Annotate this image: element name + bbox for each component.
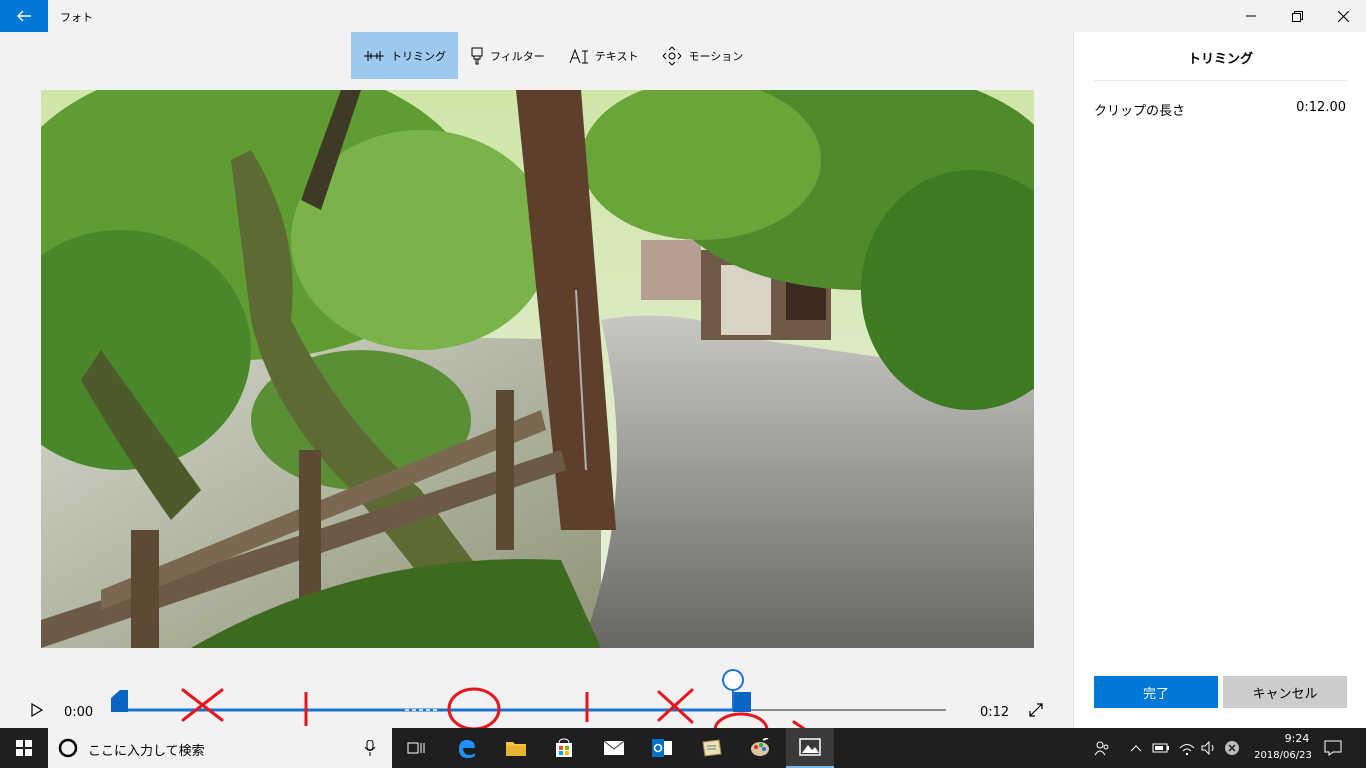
video-editor: トリミング フィルター テキスト モーション 0:00 0:12 [0,32,1073,728]
start-button[interactable] [0,728,48,768]
action-center-icon[interactable] [1324,740,1342,756]
tab-filter[interactable]: フィルター [458,32,557,79]
annotation-cross-2 [657,688,694,724]
edit-toolbar: トリミング フィルター テキスト モーション [351,32,755,79]
tab-text[interactable]: テキスト [557,32,651,79]
restore-icon [1291,10,1303,22]
back-arrow-icon [17,10,31,22]
clip-length-value: 0:12.00 [1296,100,1346,115]
app-taskbar-button-2[interactable] [736,728,784,768]
tab-filter-label: フィルター [490,49,545,63]
back-button[interactable] [0,0,48,32]
store-taskbar-button[interactable] [540,728,588,768]
panel-divider [1094,80,1347,81]
tab-motion-label: モーション [688,49,744,63]
trim-timeline [111,669,946,728]
mail-taskbar-button[interactable] [590,728,638,768]
outlook-taskbar-button[interactable] [638,728,686,768]
clock-time[interactable]: 9:24 [1262,732,1332,745]
playhead-knob[interactable] [722,669,744,691]
cancel-button[interactable]: キャンセル [1223,676,1347,708]
taskbar-search-box[interactable]: ここに入力して検索 [48,728,392,768]
notification-status-icon[interactable] [1224,740,1240,756]
close-icon [1337,10,1349,22]
time-start: 0:00 [64,705,94,720]
filter-icon [471,47,483,64]
title-bar: フォト [0,0,1366,32]
restore-button[interactable] [1274,0,1320,32]
annotation-cross-1 [181,688,224,722]
outlook-icon [652,739,672,757]
close-button[interactable] [1320,0,1366,32]
app-taskbar-button-1[interactable] [688,728,736,768]
clock-date[interactable]: 2018/06/23 [1248,750,1318,761]
scroll-app-icon [702,739,722,757]
app-title: フォト [60,11,93,24]
play-icon [31,702,44,718]
fullscreen-button[interactable] [1028,702,1044,722]
mail-icon [603,740,625,755]
done-button[interactable]: 完了 [1094,676,1218,708]
tab-text-label: テキスト [594,49,639,63]
trim-icon [364,50,384,61]
minimize-button[interactable] [1228,0,1274,32]
photos-icon [799,738,821,756]
windows-logo-icon [16,740,32,756]
play-button[interactable] [30,702,44,722]
folder-icon [506,742,526,756]
tab-trim-label: トリミング [391,49,446,63]
forest-road-video-frame [41,90,1034,648]
wifi-icon[interactable] [1178,740,1196,756]
taskbar: ここに入力して検索 9:24 2018/06/23 [0,728,1366,768]
cortana-icon [58,738,78,758]
playback-bar: 0:00 0:12 [0,642,1073,728]
battery-icon[interactable] [1152,740,1170,756]
minimize-icon [1246,15,1256,17]
tab-motion[interactable]: モーション [650,32,755,79]
file-explorer-taskbar-button[interactable] [492,728,540,768]
microphone-icon[interactable] [364,740,376,756]
panel-title: トリミング [1187,52,1253,67]
edge-icon [459,740,475,758]
search-placeholder: ここに入力して検索 [88,744,205,759]
store-icon [556,738,572,757]
people-icon[interactable] [1094,740,1110,756]
trim-panel: トリミング クリップの長さ 0:12.00 完了 キャンセル [1073,32,1366,728]
tab-trim[interactable]: トリミング [351,32,458,79]
clip-length-label: クリップの長さ [1094,104,1186,119]
trim-start-handle[interactable] [111,690,128,712]
text-icon [569,48,588,63]
time-end: 0:12 [980,705,1010,720]
annotation-circle-2 [713,712,769,728]
photos-taskbar-button[interactable] [786,728,834,768]
trim-end-handle[interactable] [733,692,751,712]
volume-icon[interactable] [1200,740,1218,756]
task-view-icon [407,742,425,754]
motion-icon [663,46,682,65]
edge-taskbar-button[interactable] [442,728,490,768]
video-preview [41,90,1034,648]
photos-app-window: フォト トリミング フィルター テキスト モーション 0:00 0:12 トリミ… [0,0,1366,728]
expand-icon [1029,703,1043,717]
paint-icon [751,738,769,756]
chevron-up-icon[interactable] [1130,744,1142,752]
task-view-button[interactable] [392,728,440,768]
